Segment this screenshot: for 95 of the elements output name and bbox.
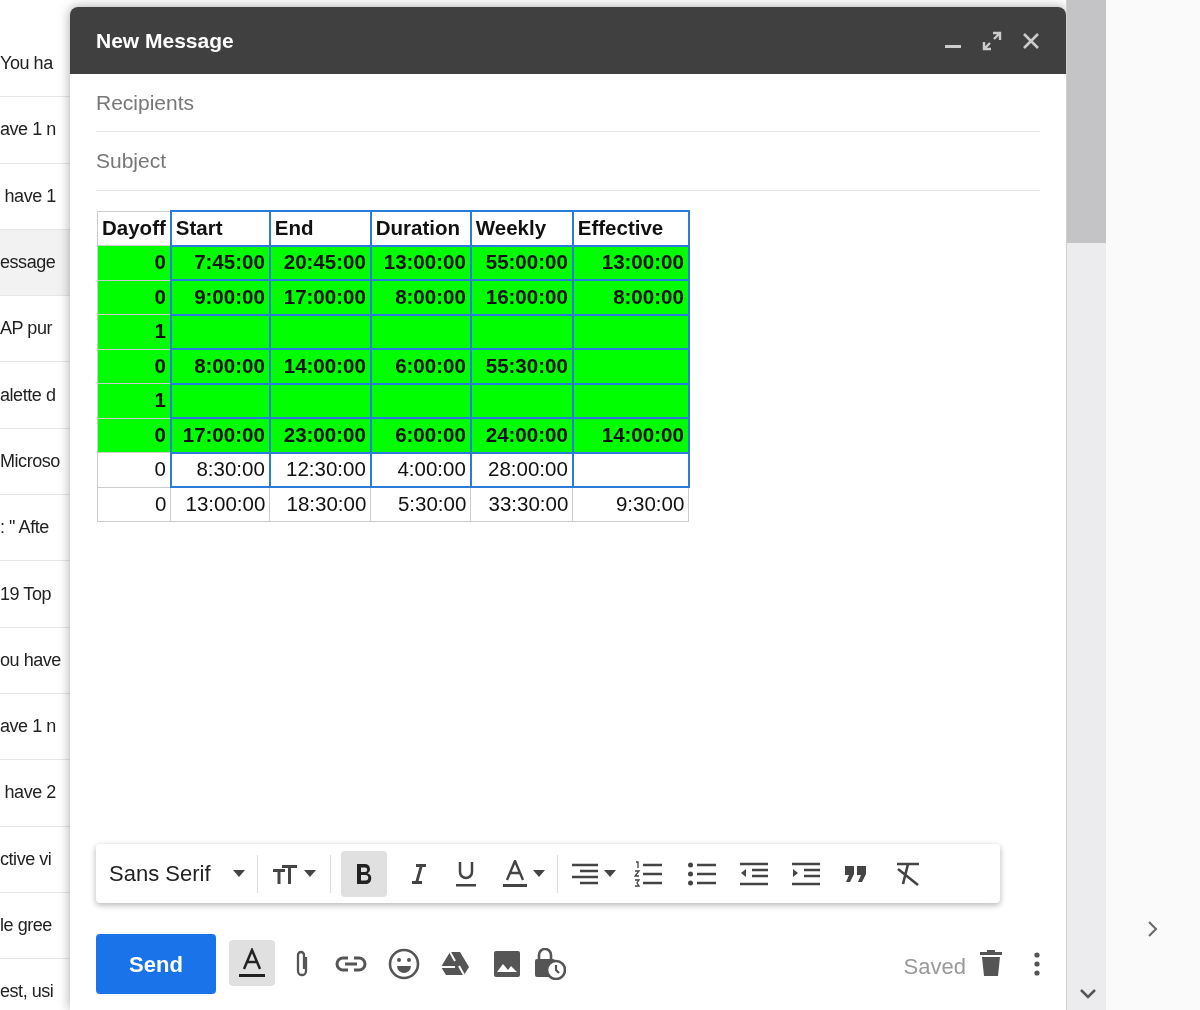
table-cell: 0	[97, 349, 171, 384]
email-snippet: essage	[0, 251, 56, 275]
lock-clock-icon[interactable]	[534, 948, 566, 980]
table-cell: 17:00:00	[170, 418, 270, 453]
column-header: Dayoff	[97, 211, 171, 246]
formatting-options-button[interactable]	[229, 940, 275, 986]
caret-icon	[232, 870, 245, 877]
column-header: Start	[170, 211, 270, 246]
column-header: End	[269, 211, 371, 246]
table-cell: 13:00:00	[170, 487, 270, 522]
table-cell: 6:00:00	[370, 349, 471, 384]
table-cell: 0	[97, 280, 171, 315]
table-cell: 18:30:00	[269, 487, 371, 522]
email-snippet: Microso	[0, 449, 60, 473]
email-row[interactable]: essage	[0, 229, 70, 297]
window-title: New Message	[96, 27, 235, 54]
scrollbar[interactable]	[1066, 0, 1106, 1010]
table-cell: 13:00:00	[370, 245, 471, 280]
table-cell: 0	[97, 418, 171, 453]
column-header: Weekly	[470, 211, 573, 246]
table-cell: 9:00:00	[170, 280, 270, 315]
text-color-icon	[502, 859, 527, 888]
table-cell: 33:30:00	[470, 487, 573, 522]
email-snippet: est, usi	[0, 980, 54, 1004]
table-cell: 55:00:00	[470, 245, 573, 280]
email-snippet: alette d	[0, 383, 56, 407]
table-cell: 14:00:00	[269, 349, 371, 384]
email-snippet: : " Afte	[0, 516, 49, 540]
indent-more-icon[interactable]	[791, 861, 820, 886]
table-cell: 13:00:00	[572, 245, 689, 280]
table-cell: 8:30:00	[170, 452, 270, 487]
table-cell: 1	[97, 383, 171, 418]
email-snippet: AP pur	[0, 317, 52, 341]
chevron-down-icon[interactable]	[1079, 987, 1097, 1001]
align-icon	[571, 862, 598, 885]
table-cell: 8:00:00	[370, 280, 471, 315]
recipients-field[interactable]: Recipients	[96, 74, 1040, 132]
triangle-logo-icon[interactable]	[441, 951, 469, 975]
text-color-button[interactable]	[502, 854, 558, 893]
link-icon[interactable]	[335, 955, 367, 973]
table-cell: 0	[97, 245, 171, 280]
table-cell: 28:00:00	[470, 452, 573, 487]
more-options-icon[interactable]	[1034, 952, 1040, 976]
caret-icon	[603, 870, 616, 877]
table-cell: 23:00:00	[269, 418, 371, 453]
email-snippet: ave 1 n	[0, 118, 56, 142]
emoji-icon[interactable]	[388, 948, 420, 980]
email-snippet: ctive vi	[0, 847, 52, 871]
table-cell: 12:30:00	[269, 452, 371, 487]
align-button[interactable]	[571, 862, 616, 885]
email-snippet: ou have	[0, 648, 61, 672]
send-button[interactable]: Send	[96, 934, 216, 994]
image-icon[interactable]	[494, 951, 520, 977]
font-dropdown[interactable]: Sans Serif	[109, 854, 258, 893]
numbered-list-icon[interactable]	[633, 860, 662, 887]
column-header: Duration	[370, 211, 471, 246]
table-cell: 4:00:00	[370, 452, 471, 487]
table-cell: 7:45:00	[170, 245, 270, 280]
email-snippet: have 1	[3, 184, 56, 208]
table-cell: 8:00:00	[572, 280, 689, 315]
quote-icon[interactable]	[843, 864, 868, 883]
table-cell: 17:00:00	[269, 280, 371, 315]
table-cell: 8:00:00	[170, 349, 270, 384]
indent-less-icon[interactable]	[739, 861, 768, 886]
table-cell: 6:00:00	[370, 418, 471, 453]
close-icon[interactable]	[1022, 31, 1040, 50]
trash-icon[interactable]	[980, 950, 1002, 976]
email-snippet: ave 1 n	[0, 715, 56, 739]
underline-icon[interactable]	[454, 860, 477, 887]
table-cell: 1	[97, 314, 171, 349]
subject-field[interactable]: Subject	[96, 132, 1040, 191]
bulleted-list-icon[interactable]	[687, 861, 716, 886]
table-cell: 24:00:00	[470, 418, 573, 453]
email-snippet: 19 Top	[0, 582, 52, 606]
email-snippet: le gree	[0, 914, 52, 937]
saved-status: Saved	[903, 953, 966, 981]
expand-icon[interactable]	[982, 30, 1002, 51]
table-cell: 9:30:00	[572, 487, 689, 522]
chevron-right-icon[interactable]	[1147, 920, 1159, 938]
table-cell: 0	[97, 487, 171, 522]
email-snippet: have 2	[3, 781, 56, 805]
table-cell: 0	[97, 452, 171, 487]
email-snippet: You ha	[0, 52, 53, 76]
caret-icon	[303, 870, 316, 877]
table-cell: 5:30:00	[370, 487, 471, 522]
text-format-icon	[239, 948, 265, 978]
text-size-icon	[271, 862, 298, 885]
table-cell: 55:30:00	[470, 349, 573, 384]
table-cell: 14:00:00	[572, 418, 689, 453]
scrollbar-thumb[interactable]	[1067, 0, 1106, 243]
bold-button[interactable]	[340, 850, 387, 897]
table-cell: 16:00:00	[470, 280, 573, 315]
column-header: Effective	[572, 211, 689, 246]
caret-icon	[532, 870, 545, 877]
table-cell: 20:45:00	[269, 245, 371, 280]
